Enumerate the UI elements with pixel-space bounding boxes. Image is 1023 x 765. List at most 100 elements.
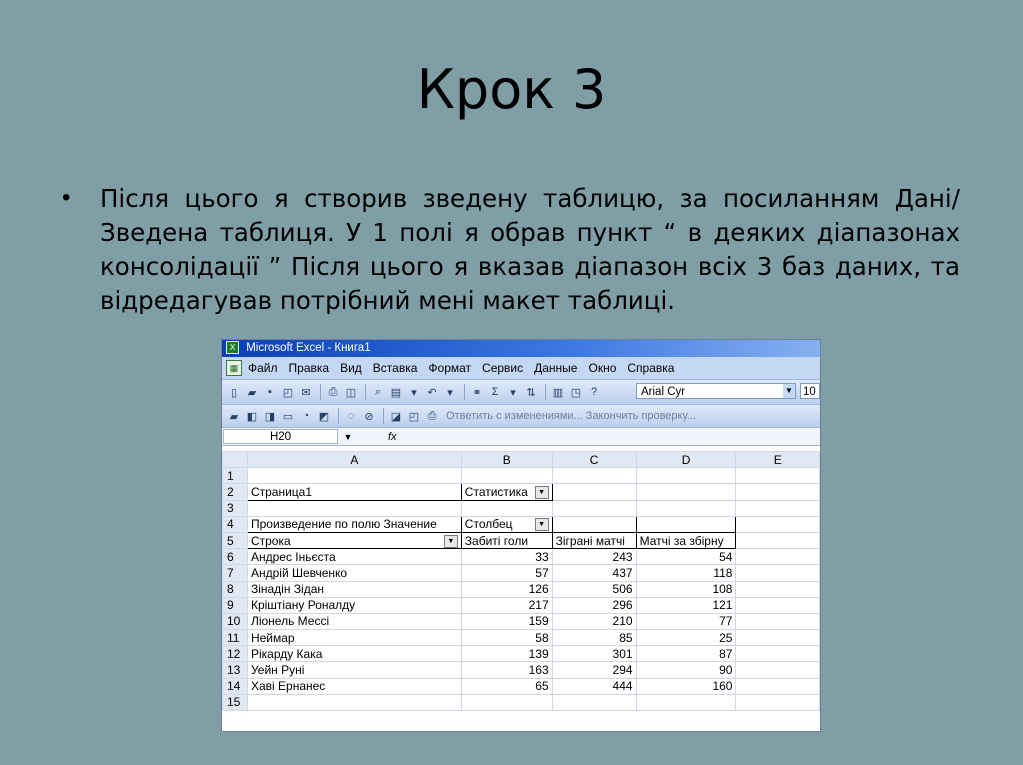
autosum-icon[interactable]: Σ bbox=[487, 384, 503, 400]
cell[interactable]: 90 bbox=[635, 661, 737, 679]
cell[interactable] bbox=[735, 596, 820, 614]
cell[interactable]: Хаві Ернанес bbox=[246, 677, 462, 695]
row-header[interactable]: 13 bbox=[222, 661, 248, 679]
cell[interactable] bbox=[551, 467, 637, 485]
cell[interactable]: 57 bbox=[460, 564, 553, 582]
cell[interactable]: 108 bbox=[635, 580, 737, 598]
cell[interactable] bbox=[735, 693, 820, 712]
cell[interactable]: 159 bbox=[460, 612, 553, 631]
open-folder-icon[interactable]: ▰ bbox=[244, 384, 260, 400]
cell[interactable]: 58 bbox=[460, 629, 553, 647]
menu-item-window[interactable]: Окно bbox=[588, 361, 616, 375]
cell[interactable]: Страница1 bbox=[246, 483, 462, 501]
chevron-down-icon[interactable]: ▼ bbox=[443, 534, 458, 548]
cell[interactable] bbox=[460, 693, 553, 712]
cell[interactable]: Андрій Шевченко bbox=[246, 564, 462, 582]
chevron-down-icon[interactable]: ▼ bbox=[534, 485, 549, 499]
row-header[interactable]: 15 bbox=[222, 693, 248, 712]
folder-icon[interactable]: ▰ bbox=[226, 408, 242, 424]
row-header[interactable]: 4 bbox=[222, 515, 248, 533]
chevron-down-icon[interactable]: ▼ bbox=[534, 518, 549, 532]
cell[interactable] bbox=[246, 467, 462, 485]
row-header[interactable]: 12 bbox=[222, 645, 248, 663]
cell[interactable] bbox=[551, 693, 637, 712]
help-icon[interactable]: ? bbox=[586, 384, 602, 400]
printer-icon[interactable]: ⎙ bbox=[424, 408, 440, 424]
menu-item-file[interactable]: Файл bbox=[248, 361, 278, 375]
cell[interactable]: Забиті голи bbox=[460, 531, 553, 550]
chevron-down-icon[interactable]: ▾ bbox=[442, 384, 458, 400]
cell[interactable]: Неймар bbox=[246, 629, 462, 647]
cell[interactable] bbox=[735, 467, 820, 485]
cell[interactable] bbox=[551, 483, 637, 501]
hyperlink-icon[interactable]: ⚭ bbox=[469, 384, 485, 400]
menu-item-format[interactable]: Формат bbox=[428, 361, 471, 375]
cell[interactable]: 121 bbox=[635, 596, 737, 614]
cell[interactable]: Уейн Руні bbox=[246, 661, 462, 679]
row-header[interactable]: 2 bbox=[222, 483, 248, 501]
paste-icon[interactable]: ▤ bbox=[388, 384, 404, 400]
chevron-down-icon[interactable]: ▼ bbox=[783, 384, 795, 398]
cell[interactable]: 126 bbox=[460, 580, 553, 598]
row-header[interactable]: 11 bbox=[222, 629, 248, 647]
row-header[interactable]: 1 bbox=[222, 467, 248, 485]
cell[interactable] bbox=[735, 499, 820, 517]
cell[interactable] bbox=[551, 499, 637, 517]
cell[interactable] bbox=[735, 531, 820, 550]
cell[interactable]: 77 bbox=[635, 612, 737, 631]
column-header-a[interactable]: A bbox=[246, 450, 462, 469]
menu-item-tools[interactable]: Сервис bbox=[482, 361, 523, 375]
chart-wizard-icon[interactable]: ▥ bbox=[550, 384, 566, 400]
cell[interactable] bbox=[246, 693, 462, 712]
cell[interactable]: 301 bbox=[551, 645, 637, 663]
cell[interactable] bbox=[735, 580, 820, 598]
delete-comment-icon[interactable]: ◩ bbox=[316, 408, 332, 424]
undo-icon[interactable]: ↶ bbox=[424, 384, 440, 400]
cell[interactable]: 54 bbox=[635, 548, 737, 566]
row-header[interactable]: 9 bbox=[222, 596, 248, 614]
zoom-icon[interactable]: ◳ bbox=[568, 384, 584, 400]
cell[interactable] bbox=[635, 483, 737, 501]
cell[interactable] bbox=[635, 499, 737, 517]
cell[interactable]: 210 bbox=[551, 612, 637, 631]
cell[interactable] bbox=[735, 483, 820, 501]
reject-icon[interactable]: ⊘ bbox=[361, 408, 377, 424]
cell[interactable]: 139 bbox=[460, 645, 553, 663]
cell[interactable] bbox=[735, 548, 820, 566]
cell[interactable]: 506 bbox=[551, 580, 637, 598]
email-icon[interactable]: ✉ bbox=[298, 384, 314, 400]
cell[interactable]: Ліонель Мессі bbox=[246, 612, 462, 631]
cell[interactable]: 243 bbox=[551, 548, 637, 566]
track-changes-icon[interactable]: ◧ bbox=[244, 408, 260, 424]
menu-item-data[interactable]: Данные bbox=[534, 361, 577, 375]
print-icon[interactable]: ⎙ bbox=[325, 384, 341, 400]
name-box[interactable]: H20 bbox=[223, 429, 338, 444]
cell[interactable]: 118 bbox=[635, 564, 737, 582]
cell[interactable] bbox=[551, 515, 637, 533]
row-header[interactable]: 8 bbox=[222, 580, 248, 598]
cell[interactable]: 87 bbox=[635, 645, 737, 663]
row-header[interactable]: 14 bbox=[222, 677, 248, 695]
track-changes-icon[interactable]: ◨ bbox=[262, 408, 278, 424]
cell[interactable]: Рікарду Кака bbox=[246, 645, 462, 663]
cell[interactable]: 217 bbox=[460, 596, 553, 614]
save-icon[interactable]: ▪ bbox=[262, 384, 278, 400]
font-name-select[interactable]: Arial Cyr ▼ bbox=[636, 383, 796, 399]
permission-icon[interactable]: ◰ bbox=[280, 384, 296, 400]
cell[interactable]: Произведение по полю Значение bbox=[246, 515, 462, 533]
page-field-cell[interactable]: Статистика ▼ bbox=[460, 483, 553, 501]
row-header[interactable]: 7 bbox=[222, 564, 248, 582]
font-size-select[interactable]: 10 bbox=[800, 383, 820, 399]
cell[interactable] bbox=[635, 693, 737, 712]
review-icon[interactable]: ◰ bbox=[406, 408, 422, 424]
fx-icon[interactable]: fx bbox=[388, 431, 397, 443]
menu-item-help[interactable]: Справка bbox=[627, 361, 674, 375]
chevron-down-icon[interactable]: ▾ bbox=[505, 384, 521, 400]
research-icon[interactable]: ⌕ bbox=[370, 384, 386, 400]
cell[interactable]: Зіграні матчі bbox=[551, 531, 637, 550]
cell[interactable]: 65 bbox=[460, 677, 553, 695]
cell[interactable]: 437 bbox=[551, 564, 637, 582]
cell[interactable] bbox=[635, 515, 737, 533]
cell[interactable] bbox=[735, 645, 820, 663]
cell[interactable]: 160 bbox=[635, 677, 737, 695]
